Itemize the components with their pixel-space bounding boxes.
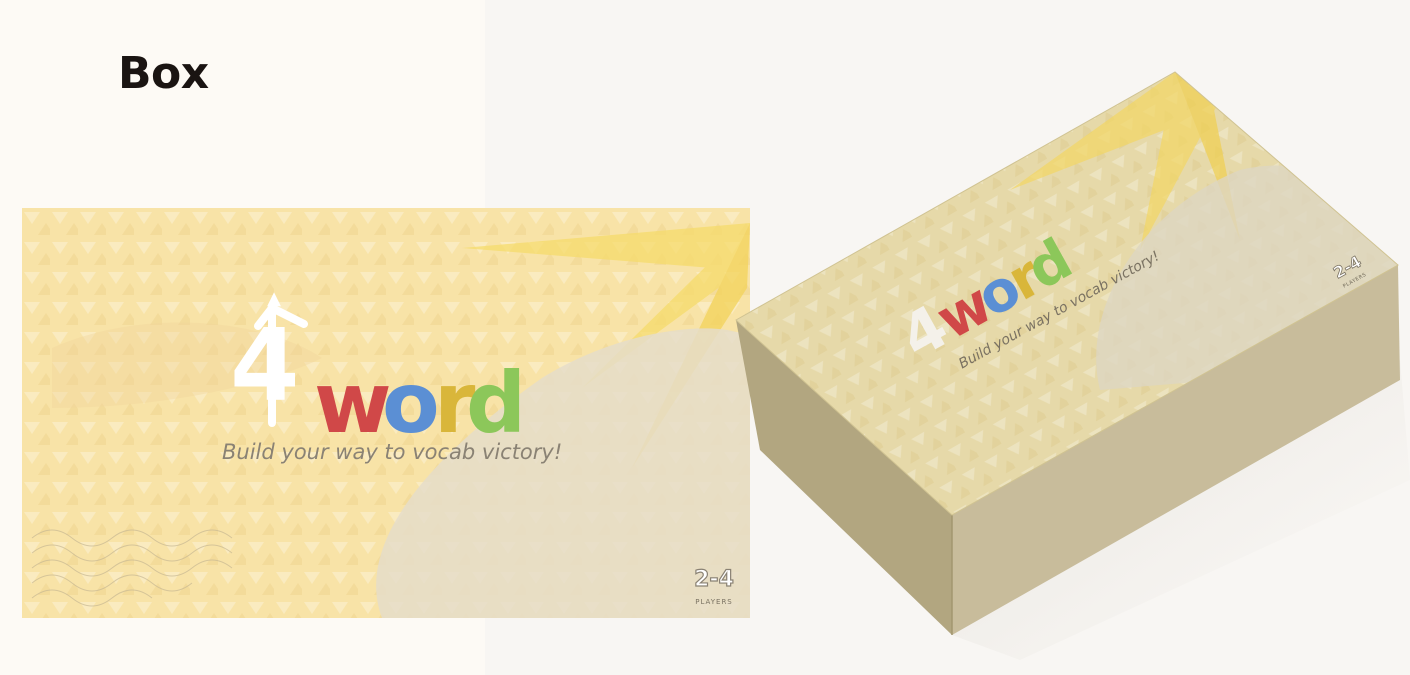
box-lid-artwork: ▲ 4 w o r d Build your way to vocab vict… [22,208,750,618]
logo-digit: 4 [230,307,300,424]
tagline: Build your way to vocab victory! [222,440,562,464]
page-title: Box [118,48,209,99]
arrow-head-icon: ▲ [267,288,281,309]
logo-letter-w: w [314,354,392,452]
box-mockup: 4 w o r d Build your way to vocab victor… [735,71,1410,660]
logo-letter-d: d [466,354,526,452]
logo-letter-o: o [382,354,440,452]
